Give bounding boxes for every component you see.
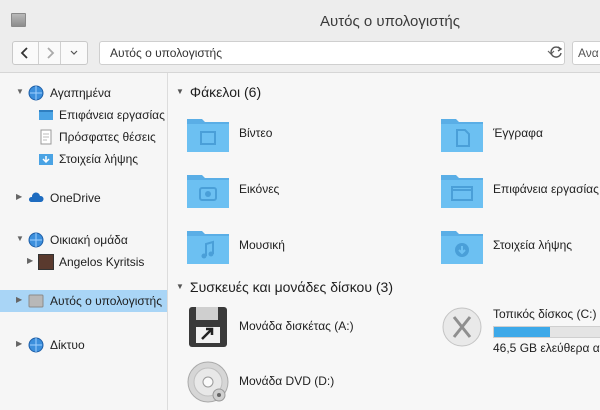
search-box[interactable]: Ανα — [572, 41, 600, 65]
folder-item[interactable]: Έγγραφα — [440, 113, 600, 157]
expanded-arrow-icon[interactable]: ▼ — [176, 282, 184, 291]
address-path: Αυτός ο υπολογιστής — [110, 46, 222, 60]
sidebar-item-label: Angelos Kyritsis — [59, 255, 145, 269]
collapsed-arrow-icon[interactable]: ▶ — [16, 295, 22, 304]
folder-label: Βίντεο — [239, 126, 273, 140]
collapsed-arrow-icon[interactable]: ▶ — [16, 339, 22, 348]
folder-label: Μουσική — [239, 238, 285, 252]
collapsed-arrow-icon[interactable]: ▶ — [16, 192, 22, 201]
floppy-drive-icon — [189, 307, 227, 347]
drive-item[interactable]: Μονάδα DVD (D:) — [186, 358, 426, 408]
expanded-arrow-icon[interactable]: ▼ — [16, 87, 24, 96]
drive-item-local-disk[interactable]: Τοπικός δίσκος (C:) 46,5 GB ελεύθερα απ — [440, 303, 600, 355]
sidebar-item-label: Πρόσφατες θέσεις — [59, 130, 156, 144]
navigation-bar: Αυτός ο υπολογιστής Ανα — [0, 38, 600, 73]
dvd-drive-icon — [187, 361, 229, 403]
title-bar: Αυτός ο υπολογιστής — [0, 0, 600, 38]
sidebar-item-label: OneDrive — [50, 191, 101, 205]
address-bar[interactable]: Αυτός ο υπολογιστής — [99, 41, 565, 65]
desktop-icon — [39, 110, 53, 120]
back-button[interactable] — [13, 42, 39, 64]
drive-label: Μονάδα δισκέτας (A:) — [239, 319, 354, 333]
sidebar-item-desktop[interactable]: Επιφάνεια εργασίας — [0, 104, 167, 126]
sidebar-item-homegroup[interactable]: ▼ Οικιακή ομάδα — [0, 229, 167, 251]
folder-label: Επιφάνεια εργασίας — [493, 182, 599, 196]
capacity-bar — [493, 326, 600, 338]
capacity-bar-fill — [494, 327, 551, 337]
chevron-left-icon — [21, 47, 28, 59]
sidebar-item-label: Αυτός ο υπολογιστής — [50, 294, 162, 308]
documents-folder-icon — [441, 119, 483, 152]
refresh-icon[interactable] — [549, 45, 563, 59]
folders-header-label: Φάκελοι (6) — [189, 84, 262, 100]
devices-section-header[interactable]: ▼ Συσκευές και μονάδες δίσκου (3) — [176, 279, 393, 295]
downloads-icon — [39, 154, 53, 165]
folder-label: Στοιχεία λήψης — [493, 238, 573, 252]
network-globe-icon — [28, 337, 44, 353]
folder-label: Εικόνες — [239, 182, 280, 196]
free-space-text: 46,5 GB ελεύθερα απ — [493, 341, 600, 355]
computer-icon — [28, 294, 44, 308]
sidebar-item-recent-places[interactable]: Πρόσφατες θέσεις — [0, 126, 167, 148]
chevron-down-icon — [70, 50, 78, 55]
downloads-folder-icon — [441, 231, 483, 264]
devices-header-label: Συσκευές και μονάδες δίσκου (3) — [189, 279, 394, 295]
folder-label: Έγγραφα — [493, 126, 543, 140]
navigation-pane: ▼ Αγαπημένα Επιφάνεια εργασίας Πρόσφατες… — [0, 73, 168, 410]
drive-item[interactable]: Μονάδα δισκέτας (A:) — [186, 303, 426, 353]
recent-locations-button[interactable] — [61, 42, 87, 64]
sidebar-item-label: Οικιακή ομάδα — [50, 233, 128, 247]
star-globe-icon — [28, 85, 44, 101]
drive-label: Μονάδα DVD (D:) — [239, 374, 335, 388]
expanded-arrow-icon[interactable]: ▼ — [16, 234, 24, 243]
folder-item[interactable]: Βίντεο — [186, 113, 426, 157]
sidebar-item-label: Στοιχεία λήψης — [59, 152, 139, 166]
sidebar-item-onedrive[interactable]: ▶ OneDrive — [0, 187, 167, 209]
sidebar-item-this-pc[interactable]: ▶ Αυτός ο υπολογιστής — [0, 290, 167, 312]
window-title: Αυτός ο υπολογιστής — [320, 13, 460, 30]
recent-document-icon — [40, 129, 52, 145]
folder-item[interactable]: Εικόνες — [186, 169, 426, 213]
folders-section-header[interactable]: ▼ Φάκελοι (6) — [176, 84, 261, 100]
expanded-arrow-icon[interactable]: ▼ — [176, 87, 184, 96]
folder-item[interactable]: Μουσική — [186, 225, 426, 269]
desktop-folder-icon — [441, 175, 483, 208]
folder-item[interactable]: Επιφάνεια εργασίας — [440, 169, 600, 213]
sidebar-item-favorites[interactable]: ▼ Αγαπημένα — [0, 82, 167, 104]
collapsed-arrow-icon[interactable]: ▶ — [27, 256, 33, 265]
sidebar-item-user[interactable]: ▶ Angelos Kyritsis — [0, 251, 167, 273]
drive-label: Τοπικός δίσκος (C:) — [493, 307, 597, 321]
search-input[interactable]: Ανα — [578, 46, 599, 60]
pictures-folder-icon — [187, 175, 229, 208]
chevron-right-icon — [46, 47, 54, 59]
avatar — [38, 254, 54, 270]
homegroup-globe-icon — [28, 232, 44, 248]
forward-button[interactable] — [39, 42, 62, 64]
music-folder-icon — [187, 231, 229, 264]
sidebar-item-label: Αγαπημένα — [50, 86, 111, 100]
local-disk-icon — [442, 307, 482, 347]
folder-item[interactable]: Στοιχεία λήψης — [440, 225, 600, 269]
content-pane: ▼ Φάκελοι (6) Βίντεο Έγγραφα Εικόνες Επιφ… — [168, 73, 600, 410]
cloud-icon — [28, 192, 44, 202]
sidebar-item-downloads[interactable]: Στοιχεία λήψης — [0, 148, 167, 170]
video-folder-icon — [187, 119, 229, 152]
nav-button-group — [12, 41, 88, 65]
sidebar-item-label: Δίκτυο — [50, 338, 85, 352]
sidebar-item-label: Επιφάνεια εργασίας — [59, 108, 165, 122]
sidebar-item-network[interactable]: ▶ Δίκτυο — [0, 334, 167, 356]
